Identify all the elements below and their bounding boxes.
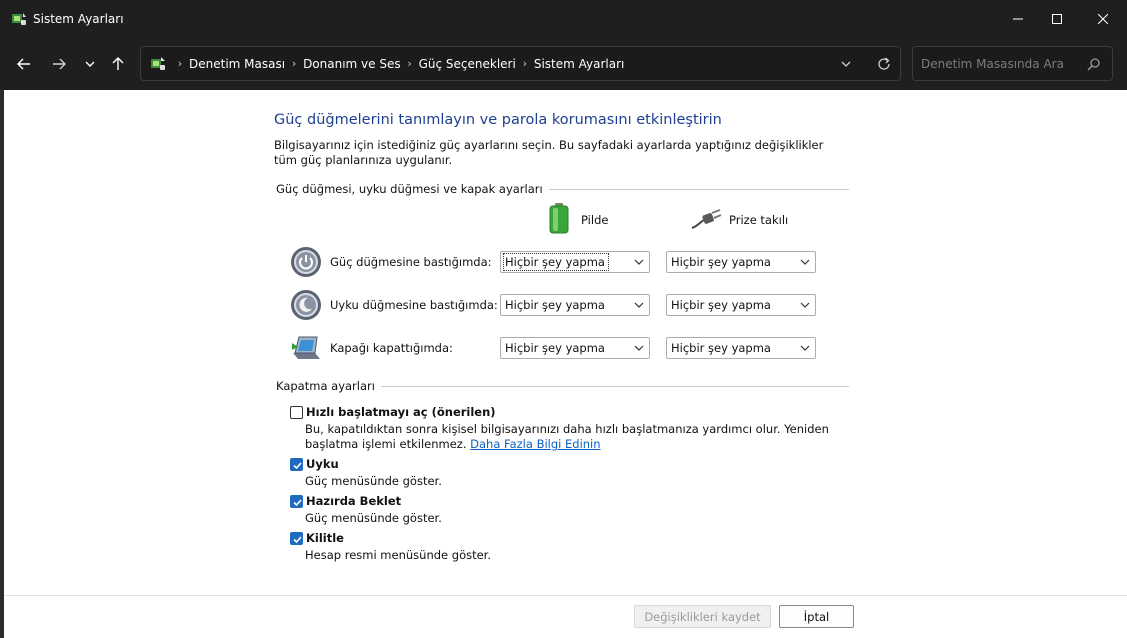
chevron-right-icon: › bbox=[522, 57, 528, 70]
column-header-plugged-in: Prize takılı bbox=[729, 213, 789, 227]
fast-startup-description: Bu, kapatıldıktan sonra kişisel bilgisay… bbox=[305, 422, 829, 451]
power-plug-icon bbox=[690, 208, 722, 234]
breadcrumb-item-power-options[interactable]: Güç Seçenekleri bbox=[419, 57, 516, 71]
refresh-button[interactable] bbox=[875, 55, 893, 73]
search-box[interactable] bbox=[912, 46, 1113, 81]
hibernate-description: Güç menüsünde göster. bbox=[305, 511, 442, 525]
hibernate-label[interactable]: Hazırda Beklet bbox=[306, 494, 401, 508]
address-bar[interactable]: › Denetim Masası › Donanım ve Ses › Güç … bbox=[140, 46, 901, 81]
breadcrumb-item-hardware-sound[interactable]: Donanım ve Ses bbox=[303, 57, 401, 71]
search-input[interactable] bbox=[921, 55, 1081, 73]
shutdown-group-title: Kapatma ayarları bbox=[276, 379, 381, 393]
forward-button[interactable] bbox=[45, 50, 73, 78]
chevron-down-icon bbox=[841, 61, 851, 67]
chevron-down-icon bbox=[800, 345, 810, 351]
page-title: Güç düğmelerini tanımlayın ve parola kor… bbox=[274, 112, 722, 128]
sleep-button-battery-select[interactable]: Hiçbir şey yapma bbox=[500, 294, 650, 316]
refresh-icon bbox=[878, 57, 890, 70]
breadcrumb: › Denetim Masası › Donanım ve Ses › Güç … bbox=[171, 47, 625, 80]
breadcrumb-item-system-settings[interactable]: Sistem Ayarları bbox=[534, 57, 625, 71]
chevron-down-icon bbox=[800, 302, 810, 308]
checkmark-icon bbox=[293, 499, 302, 507]
checkmark-icon bbox=[293, 462, 302, 470]
chevron-down-icon bbox=[634, 345, 644, 351]
maximize-icon bbox=[1052, 14, 1062, 24]
hibernate-checkbox[interactable] bbox=[290, 495, 303, 508]
minimize-icon bbox=[1013, 18, 1023, 20]
control-panel-app-icon bbox=[11, 11, 27, 27]
battery-icon bbox=[547, 202, 571, 238]
sleep-button-label: Uyku düğmesine bastığımda: bbox=[330, 298, 498, 312]
window-title: Sistem Ayarları bbox=[33, 12, 124, 26]
back-button[interactable] bbox=[10, 50, 38, 78]
control-panel-icon bbox=[149, 56, 167, 72]
maximize-button[interactable] bbox=[1034, 0, 1080, 38]
power-button-icon bbox=[290, 246, 322, 278]
arrow-up-icon bbox=[112, 57, 124, 70]
power-button-battery-select[interactable]: Hiçbir şey yapma bbox=[500, 251, 650, 273]
lid-close-battery-select[interactable]: Hiçbir şey yapma bbox=[500, 337, 650, 359]
lid-close-plugged-select[interactable]: Hiçbir şey yapma bbox=[666, 337, 816, 359]
chevron-right-icon: › bbox=[291, 57, 297, 70]
navigation-bar: › Denetim Masası › Donanım ve Ses › Güç … bbox=[0, 38, 1127, 90]
footer-divider bbox=[4, 595, 1127, 596]
power-button-label: Güç düğmesine bastığımda: bbox=[330, 255, 492, 269]
address-history-dropdown[interactable] bbox=[838, 56, 854, 72]
recent-locations-button[interactable] bbox=[76, 50, 104, 78]
chevron-down-icon bbox=[800, 259, 810, 265]
column-header-battery: Pilde bbox=[581, 213, 609, 227]
power-button-plugged-select[interactable]: Hiçbir şey yapma bbox=[666, 251, 816, 273]
save-changes-button[interactable]: Değişiklikleri kaydet bbox=[634, 605, 771, 628]
search-icon[interactable] bbox=[1087, 56, 1101, 75]
lid-close-label: Kapağı kapattığımda: bbox=[330, 341, 453, 355]
power-group-title: Güç düğmesi, uyku düğmesi ve kapak ayarl… bbox=[276, 182, 549, 196]
checkmark-icon bbox=[293, 536, 302, 544]
chevron-right-icon: › bbox=[177, 57, 183, 70]
sleep-label[interactable]: Uyku bbox=[306, 457, 339, 471]
lock-label[interactable]: Kilitle bbox=[306, 531, 344, 545]
close-icon bbox=[1098, 14, 1108, 24]
sleep-button-plugged-select[interactable]: Hiçbir şey yapma bbox=[666, 294, 816, 316]
lock-description: Hesap resmi menüsünde göster. bbox=[305, 548, 492, 562]
laptop-lid-icon bbox=[290, 331, 322, 363]
chevron-down-icon bbox=[85, 61, 95, 67]
arrow-left-icon bbox=[17, 58, 30, 70]
page-description: Bilgisayarınız için istediğiniz güç ayar… bbox=[274, 138, 824, 167]
cancel-button[interactable]: İptal bbox=[779, 605, 854, 628]
sleep-button-icon bbox=[290, 289, 322, 321]
fast-startup-label[interactable]: Hızlı başlatmayı aç (önerilen) bbox=[306, 405, 496, 419]
chevron-down-icon bbox=[634, 302, 644, 308]
lock-checkbox[interactable] bbox=[290, 532, 303, 545]
chevron-right-icon: › bbox=[407, 57, 412, 70]
learn-more-link[interactable]: Daha Fazla Bilgi Edinin bbox=[470, 437, 600, 451]
title-bar: Sistem Ayarları bbox=[0, 0, 1127, 38]
main-content: Güç düğmelerini tanımlayın ve parola kor… bbox=[4, 90, 1127, 638]
system-settings-window: Sistem Ayarları › Denetim Masası › Donan… bbox=[0, 0, 1127, 638]
up-button[interactable] bbox=[104, 50, 132, 78]
sleep-description: Güç menüsünde göster. bbox=[305, 474, 442, 488]
sleep-checkbox[interactable] bbox=[290, 458, 303, 471]
arrow-right-icon bbox=[53, 58, 66, 70]
fast-startup-checkbox[interactable] bbox=[290, 406, 303, 419]
close-button[interactable] bbox=[1080, 0, 1126, 38]
breadcrumb-item-control-panel[interactable]: Denetim Masası bbox=[189, 57, 285, 71]
chevron-down-icon bbox=[634, 259, 644, 265]
